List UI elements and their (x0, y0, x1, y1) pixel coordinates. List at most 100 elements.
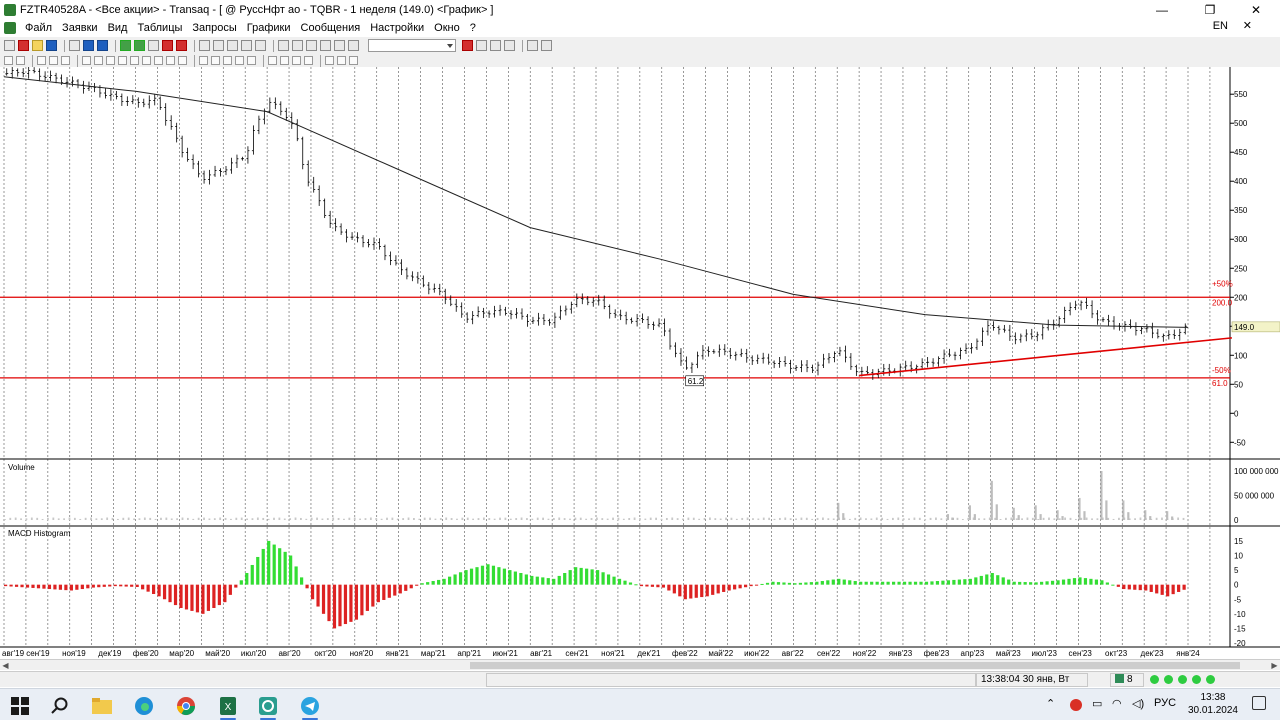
menu-tables[interactable]: Таблицы (132, 22, 187, 34)
gann-icon[interactable] (223, 56, 232, 65)
minimize-button[interactable]: — (1144, 0, 1180, 19)
crosshair-icon[interactable] (16, 56, 25, 65)
scroll-right-icon[interactable]: ▶ (1269, 660, 1280, 671)
text-icon[interactable] (199, 56, 208, 65)
window-icon[interactable] (527, 40, 538, 51)
edge-icon[interactable] (124, 691, 164, 721)
layout-icon[interactable] (541, 40, 552, 51)
tray-language[interactable]: РУС (1154, 697, 1176, 709)
circle-icon[interactable] (166, 56, 175, 65)
export-icon[interactable] (349, 56, 358, 65)
label-icon[interactable] (504, 40, 515, 51)
menu-file[interactable]: Файл (20, 22, 57, 34)
ray-icon[interactable] (118, 56, 127, 65)
fan-icon[interactable] (211, 56, 220, 65)
menu-help[interactable]: ? (465, 22, 481, 34)
indicator-icon[interactable] (304, 56, 313, 65)
sum2-icon[interactable] (227, 40, 238, 51)
monitor-icon[interactable] (348, 40, 359, 51)
toolbar-separator (115, 39, 116, 52)
menu-messages[interactable]: Сообщения (296, 22, 366, 34)
zoom-icon[interactable] (37, 56, 46, 65)
restore-button[interactable]: ❐ (1192, 0, 1228, 19)
menu-window[interactable]: Окно (429, 22, 465, 34)
pitchfork-icon[interactable] (235, 56, 244, 65)
tray-network-icon[interactable]: ▭ (1092, 697, 1102, 710)
transaq-icon[interactable] (248, 691, 288, 721)
volume-bar (805, 517, 808, 520)
scrollbar-thumb[interactable] (470, 662, 1240, 669)
mdi-close-button[interactable]: ✕ (1243, 19, 1252, 32)
menu-settings[interactable]: Настройки (365, 22, 429, 34)
menu-charts[interactable]: Графики (242, 22, 296, 34)
filter-icon[interactable] (213, 40, 224, 51)
table-icon[interactable] (69, 40, 80, 51)
save-icon[interactable] (46, 40, 57, 51)
tray-volume-icon[interactable]: ◁) (1132, 697, 1144, 710)
properties-icon[interactable] (337, 56, 346, 65)
macd-bar (212, 584, 216, 608)
forward-icon[interactable] (97, 40, 108, 51)
volume-bar (267, 518, 270, 520)
close-button[interactable]: ✕ (1238, 0, 1274, 19)
pencil-icon[interactable] (490, 40, 501, 51)
chart-icon[interactable] (292, 40, 303, 51)
rectangle-icon[interactable] (178, 56, 187, 65)
pointer-icon[interactable] (476, 40, 487, 51)
order-icon[interactable] (134, 40, 145, 51)
template-icon[interactable] (325, 56, 334, 65)
filter2-icon[interactable] (241, 40, 252, 51)
chrome-icon[interactable] (166, 691, 206, 721)
line-chart-icon[interactable] (292, 56, 301, 65)
delete-icon[interactable] (18, 40, 29, 51)
excel-icon[interactable]: X (208, 691, 248, 721)
fib-icon[interactable] (142, 56, 151, 65)
volume-bar (504, 517, 507, 520)
search-icon[interactable] (40, 691, 80, 721)
bars-icon[interactable] (280, 56, 289, 65)
volume-bar (289, 518, 292, 520)
sum-icon[interactable] (199, 40, 210, 51)
cycles-icon[interactable] (247, 56, 256, 65)
magnet-icon[interactable] (462, 40, 473, 51)
volume-bar (79, 518, 82, 520)
bar-icon[interactable] (334, 40, 345, 51)
line-icon[interactable] (106, 56, 115, 65)
channel-icon[interactable] (130, 56, 139, 65)
taskbar-clock[interactable]: 13:38 30.01.2024 (1188, 691, 1238, 717)
volume-bar (445, 517, 448, 520)
eraser-icon[interactable] (82, 56, 91, 65)
new-icon[interactable] (4, 40, 15, 51)
copy-icon[interactable] (148, 40, 159, 51)
open-icon[interactable] (32, 40, 43, 51)
scale-icon[interactable] (61, 56, 70, 65)
back-icon[interactable] (83, 40, 94, 51)
instrument-select[interactable] (368, 39, 456, 52)
price-chart[interactable]: 550500450400350300250200150100500-50200.… (0, 67, 1280, 659)
tray-expand-icon[interactable]: ⌃ (1046, 697, 1055, 710)
menu-view[interactable]: Вид (103, 22, 133, 34)
cursor-icon[interactable] (4, 56, 13, 65)
telegram-icon[interactable] (290, 691, 330, 721)
tray-app-icon[interactable] (1070, 699, 1082, 711)
windows-start-icon[interactable] (0, 691, 40, 721)
chart-scrollbar[interactable]: ◀ ▶ (0, 659, 1280, 670)
file-explorer-icon[interactable] (82, 691, 122, 721)
menu-requests[interactable]: Запросы (187, 22, 241, 34)
menu-orders[interactable]: Заявки (57, 22, 103, 34)
arc-icon[interactable] (154, 56, 163, 65)
binoculars-icon[interactable] (320, 40, 331, 51)
cancel-icon[interactable] (162, 40, 173, 51)
language-indicator[interactable]: EN (1213, 20, 1228, 32)
candles-icon[interactable] (268, 56, 277, 65)
stop-icon[interactable] (176, 40, 187, 51)
notification-icon[interactable] (1252, 696, 1266, 710)
grid-icon[interactable] (278, 40, 289, 51)
tray-wifi-icon[interactable]: ◠ (1112, 697, 1122, 710)
sum3-icon[interactable] (255, 40, 266, 51)
scroll-left-icon[interactable]: ◀ (0, 660, 11, 671)
ticker-icon[interactable] (306, 40, 317, 51)
hand-icon[interactable] (49, 56, 58, 65)
hline-icon[interactable] (94, 56, 103, 65)
refresh-icon[interactable] (120, 40, 131, 51)
